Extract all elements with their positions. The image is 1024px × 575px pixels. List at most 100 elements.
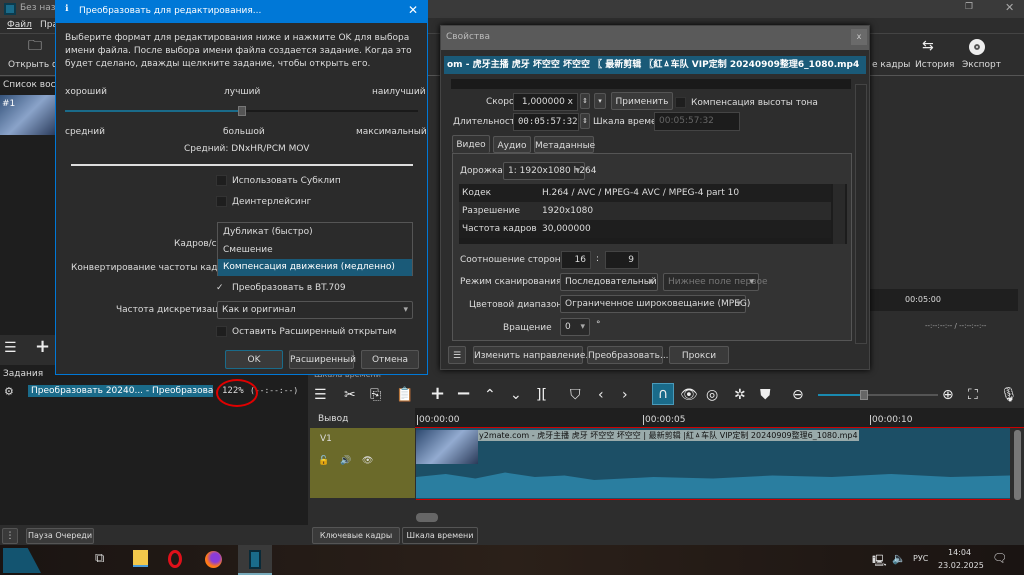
marker-icon[interactable]: ⛉ [570, 385, 581, 405]
job-item[interactable]: Преобразовать 20240... - Преобразован.mo… [28, 385, 213, 397]
reverse-button[interactable]: Изменить направление... [473, 346, 594, 364]
history-icon[interactable]: ⇆ [922, 36, 934, 56]
checkbox-box[interactable] [216, 326, 227, 337]
language-indicator[interactable]: РУС [913, 554, 928, 563]
player-ruler[interactable]: 00:05:00 [870, 289, 1018, 311]
bt709-checkbox[interactable]: ✓ Преобразовать в BT.709 [216, 283, 346, 293]
tab-keyframes[interactable]: Ключевые кадры [312, 527, 400, 544]
gear-icon[interactable]: ⚙ [4, 385, 14, 398]
ripple-markers-icon[interactable]: ⛊ [760, 385, 771, 405]
color-range-dropdown[interactable]: Ограниченное широковещание (MPEG) [560, 295, 750, 313]
jobs-menu-button[interactable]: ⋮ [2, 528, 18, 544]
speed-input[interactable]: 1,000000 x [513, 93, 578, 111]
close-window-icon[interactable]: ✕ [1005, 1, 1014, 14]
mute-icon[interactable]: 🔊 [340, 456, 351, 466]
rotation-dropdown[interactable]: 0 [560, 318, 590, 336]
tab-timeline[interactable]: Шкала времени [402, 527, 478, 544]
start-button[interactable] [3, 548, 41, 573]
lock-icon[interactable]: 🔓 [318, 456, 329, 466]
snap-magnet-icon[interactable]: ∩ [652, 383, 674, 405]
aspect-width-input[interactable]: 16 [561, 251, 591, 269]
dropdown-option[interactable]: Дубликат (быстро) [218, 223, 412, 241]
properties-scrollbar[interactable] [855, 84, 867, 344]
quality-slider-handle[interactable] [237, 106, 246, 116]
proxy-button[interactable]: Прокси [669, 346, 729, 364]
scrub-eye-icon[interactable]: 👁 [680, 385, 698, 405]
hide-eye-icon[interactable]: 👁 [362, 456, 373, 466]
ripple-icon[interactable]: ◎ [706, 385, 718, 405]
firefox-icon[interactable] [205, 551, 222, 568]
fps-convert-dropdown-list[interactable]: Дубликат (быстро) Смешение Компенсация д… [217, 222, 413, 276]
remove-icon[interactable]: − [456, 384, 471, 404]
tab-video[interactable]: Видео [452, 135, 490, 153]
add-icon[interactable]: + [35, 337, 50, 357]
advanced-button[interactable]: Расширенный [289, 350, 356, 369]
duration-spinner[interactable]: ⇕ [580, 113, 590, 129]
speed-spinner[interactable]: ⇕ [580, 93, 590, 109]
task-view-icon[interactable]: ⧉ [95, 551, 104, 566]
zoom-slider-handle[interactable] [860, 390, 868, 400]
ripple-all-icon[interactable]: ✲ [734, 385, 746, 405]
sample-rate-dropdown[interactable]: Как и оригинал [217, 301, 413, 319]
deinterlace-checkbox[interactable]: Деинтерлейсинг [216, 196, 311, 207]
record-audio-icon[interactable]: 🎙 [1000, 385, 1018, 405]
history-button[interactable]: История [915, 60, 954, 70]
zoom-fit-icon[interactable]: ⛶ [968, 385, 978, 405]
clock-time[interactable]: 14:04 [948, 548, 971, 557]
folder-icon[interactable]: 🗀 [28, 36, 42, 56]
duration-input[interactable]: 00:05:57:32 [513, 113, 579, 131]
prev-marker-icon[interactable]: ‹ [598, 385, 604, 405]
convert-close-icon[interactable]: ✕ [408, 3, 418, 17]
timeline-menu-icon[interactable]: ☰ [314, 385, 327, 405]
overwrite-icon[interactable]: ⌄ [510, 385, 522, 405]
menu-file[interactable]: Файл [7, 20, 32, 30]
zoom-in-icon[interactable]: ⊕ [942, 385, 954, 405]
keep-advanced-checkbox[interactable]: Оставить Расширенный открытым [216, 326, 396, 337]
checkbox-box[interactable] [675, 97, 686, 108]
tab-audio[interactable]: Аудио [493, 136, 531, 153]
pitch-checkbox[interactable]: Компенсация высоты тона [675, 97, 818, 108]
clock-date[interactable]: 23.02.2025 [938, 561, 984, 570]
keyframes-button[interactable]: е кадры [872, 60, 910, 70]
zoom-out-icon[interactable]: ⊖ [792, 385, 804, 405]
opera-icon[interactable] [168, 550, 182, 568]
pause-queue-button[interactable]: Пауза Очереди [26, 528, 94, 544]
menu-icon[interactable]: ☰ [4, 338, 17, 358]
apply-button[interactable]: Применить [611, 92, 673, 110]
track-header-v1[interactable]: V1 🔓 🔊 👁 [310, 428, 415, 498]
dropdown-option[interactable]: Смешение [218, 241, 412, 259]
tab-metadata[interactable]: Метаданные [534, 136, 595, 153]
quality-slider[interactable] [65, 106, 418, 116]
zoom-slider[interactable] [818, 390, 938, 400]
dropdown-option-selected[interactable]: Компенсация движения (медленно) [218, 259, 412, 276]
checkbox-box[interactable] [216, 175, 227, 186]
copy-icon[interactable]: ⎘ [370, 385, 381, 405]
volume-icon[interactable]: 🔈 [892, 552, 906, 565]
info-scrollbar[interactable] [833, 184, 845, 244]
append-icon[interactable]: + [430, 384, 445, 404]
scan-dropdown[interactable]: Последовательный [560, 273, 658, 291]
aspect-height-input[interactable]: 9 [605, 251, 639, 269]
cancel-button[interactable]: Отмена [361, 350, 419, 369]
timeline-hscrollbar[interactable] [416, 513, 438, 522]
checkbox-box[interactable] [216, 196, 227, 207]
properties-menu-button[interactable]: ☰ [448, 346, 466, 364]
cut-icon[interactable]: ✂ [344, 385, 356, 405]
timeline-clip[interactable]: y2mate.com - 虎牙主播 虎牙 坏空空 坏空空 | 最新剪辑 |紅ㅿ车… [416, 428, 1010, 500]
speed-preset-dropdown[interactable]: ▾ [594, 93, 606, 109]
next-marker-icon[interactable]: › [622, 385, 628, 405]
subclip-checkbox[interactable]: Использовать Субклип [216, 175, 341, 186]
shotcut-taskbar-icon[interactable] [238, 545, 272, 575]
check-icon[interactable]: ✓ [216, 283, 227, 293]
split-icon[interactable]: ][ [536, 385, 547, 405]
export-disc-icon[interactable] [969, 39, 985, 55]
network-icon[interactable]: 🖳 [872, 552, 887, 571]
timeline-vscrollbar[interactable] [1014, 430, 1021, 500]
paste-icon[interactable]: 📋 [396, 385, 413, 405]
export-button[interactable]: Экспорт [962, 60, 1001, 70]
convert-button[interactable]: Преобразовать... [587, 346, 669, 364]
lift-icon[interactable]: ⌃ [484, 385, 496, 405]
explorer-icon[interactable] [133, 550, 148, 567]
notifications-icon[interactable]: 🗨 [992, 551, 1007, 565]
properties-close-button[interactable]: x [851, 29, 867, 45]
